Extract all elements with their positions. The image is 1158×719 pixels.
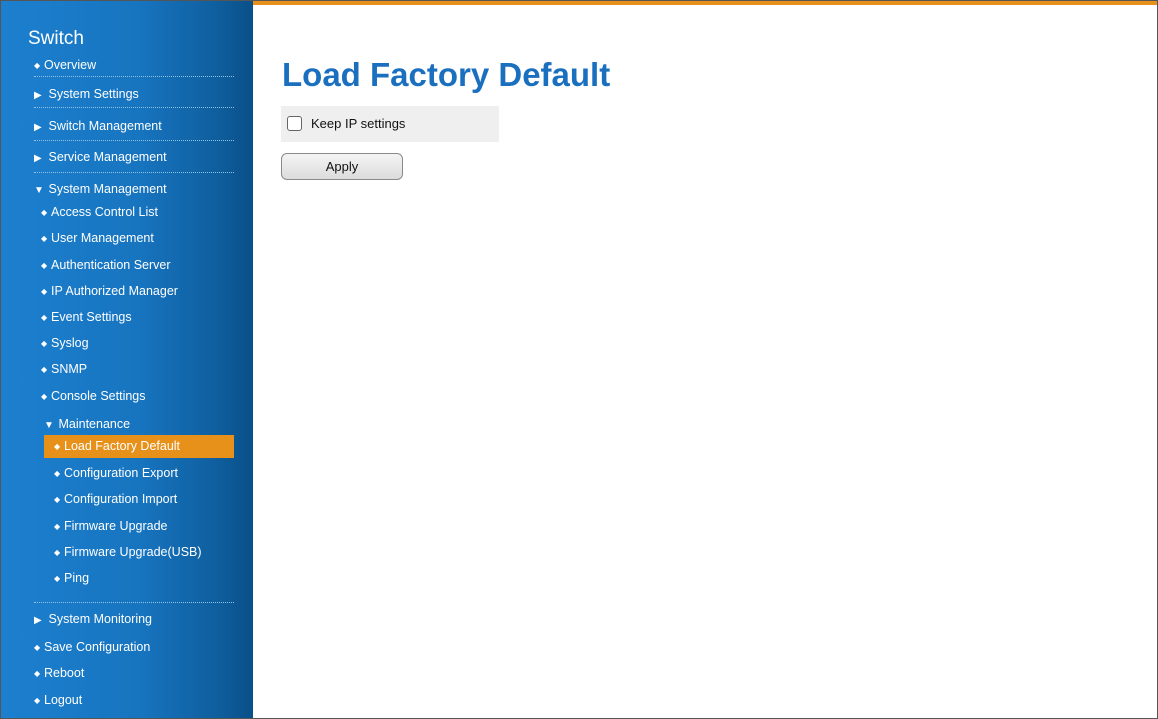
nav-console-settings[interactable]: ◆ Console Settings <box>41 386 146 407</box>
nav-system-management[interactable]: ▼ System Management <box>34 179 167 201</box>
nav-save-configuration[interactable]: ◆ Save Configuration <box>34 637 150 658</box>
main-content: Load Factory Default Keep IP settings Ap… <box>253 1 1157 718</box>
bullet-icon: ◆ <box>34 696 41 705</box>
nav-event-settings[interactable]: ◆ Event Settings <box>41 307 132 328</box>
nav-label: Maintenance <box>58 417 131 431</box>
bullet-icon: ◆ <box>54 469 61 478</box>
divider <box>34 107 234 108</box>
nav-logout[interactable]: ◆ Logout <box>34 690 82 711</box>
expand-arrow-icon: ▶ <box>34 90 42 101</box>
apply-button[interactable]: Apply <box>281 153 403 180</box>
sidebar: Switch ◆ Overview ▶ System Settings ▶ Swi… <box>1 1 253 718</box>
nav-label: Overview <box>44 58 97 72</box>
expand-arrow-icon: ▶ <box>34 153 42 164</box>
expand-arrow-icon: ▶ <box>34 122 42 133</box>
nav-label: System Settings <box>48 87 139 101</box>
bullet-icon: ◆ <box>41 392 48 401</box>
bullet-icon: ◆ <box>54 522 61 531</box>
nav-label: Ping <box>64 571 90 585</box>
bullet-icon: ◆ <box>41 339 48 348</box>
nav-label: Reboot <box>44 666 85 680</box>
nav-access-control-list[interactable]: ◆ Access Control List <box>41 202 158 223</box>
bullet-icon: ◆ <box>34 61 41 70</box>
nav-system-settings[interactable]: ▶ System Settings <box>34 84 139 106</box>
nav-switch-management[interactable]: ▶ Switch Management <box>34 116 162 138</box>
nav-label: SNMP <box>51 362 88 376</box>
nav-label: Configuration Import <box>64 492 178 506</box>
nav-configuration-export[interactable]: ◆ Configuration Export <box>54 463 178 484</box>
nav-label: Firmware Upgrade <box>64 519 168 533</box>
bullet-icon: ◆ <box>41 365 48 374</box>
nav-label: Access Control List <box>51 205 158 219</box>
nav-authentication-server[interactable]: ◆ Authentication Server <box>41 255 171 276</box>
nav-load-factory-default[interactable]: ◆ Load Factory Default <box>44 435 234 458</box>
nav-overview[interactable]: ◆ Overview <box>34 55 96 76</box>
nav-firmware-upgrade-usb[interactable]: ◆ Firmware Upgrade(USB) <box>54 542 202 563</box>
nav-label: Save Configuration <box>44 640 151 654</box>
keep-ip-row: Keep IP settings <box>281 106 499 142</box>
bullet-icon: ◆ <box>41 208 48 217</box>
bullet-icon: ◆ <box>41 261 48 270</box>
divider <box>34 140 234 141</box>
nav-label: Logout <box>44 693 83 707</box>
bullet-icon: ◆ <box>54 574 61 583</box>
divider <box>34 602 234 603</box>
keep-ip-checkbox[interactable] <box>287 116 302 131</box>
nav-maintenance[interactable]: ▼ Maintenance <box>44 414 130 436</box>
nav-label: Authentication Server <box>51 258 171 272</box>
nav-user-management[interactable]: ◆ User Management <box>41 228 154 249</box>
nav-label: Load Factory Default <box>64 439 181 453</box>
nav-service-management[interactable]: ▶ Service Management <box>34 147 167 169</box>
nav-label: Service Management <box>48 150 167 164</box>
nav-snmp[interactable]: ◆ SNMP <box>41 359 87 380</box>
nav-syslog[interactable]: ◆ Syslog <box>41 333 89 354</box>
nav-label: Firmware Upgrade(USB) <box>64 545 202 559</box>
nav-label: Event Settings <box>51 310 132 324</box>
window-frame: Switch ◆ Overview ▶ System Settings ▶ Swi… <box>0 0 1158 719</box>
nav-ping[interactable]: ◆ Ping <box>54 568 89 589</box>
bullet-icon: ◆ <box>34 669 41 678</box>
bullet-icon: ◆ <box>41 234 48 243</box>
nav-label: User Management <box>51 231 154 245</box>
nav-label: Console Settings <box>51 389 146 403</box>
nav-label: System Monitoring <box>48 612 152 626</box>
collapse-arrow-icon: ▼ <box>44 420 54 431</box>
nav-firmware-upgrade[interactable]: ◆ Firmware Upgrade <box>54 516 168 537</box>
bullet-icon: ◆ <box>54 548 61 557</box>
nav-label: System Management <box>48 182 167 196</box>
bullet-icon: ◆ <box>41 287 48 296</box>
brand-title: Switch <box>28 28 84 49</box>
collapse-arrow-icon: ▼ <box>34 185 44 196</box>
keep-ip-label: Keep IP settings <box>311 116 406 131</box>
nav-label: Syslog <box>51 336 89 350</box>
nav-label: IP Authorized Manager <box>51 284 178 298</box>
nav-configuration-import[interactable]: ◆ Configuration Import <box>54 489 177 510</box>
divider <box>34 76 234 77</box>
nav-ip-authorized-manager[interactable]: ◆ IP Authorized Manager <box>41 281 178 302</box>
bullet-icon: ◆ <box>41 313 48 322</box>
page-title: Load Factory Default <box>282 56 611 93</box>
nav-system-monitoring[interactable]: ▶ System Monitoring <box>34 609 152 631</box>
divider <box>34 172 234 173</box>
bullet-icon: ◆ <box>34 643 41 652</box>
nav-label: Configuration Export <box>64 466 178 480</box>
bullet-icon: ◆ <box>54 495 61 504</box>
nav-reboot[interactable]: ◆ Reboot <box>34 663 84 684</box>
nav-label: Switch Management <box>48 119 162 133</box>
expand-arrow-icon: ▶ <box>34 615 42 626</box>
bullet-icon: ◆ <box>54 442 61 451</box>
